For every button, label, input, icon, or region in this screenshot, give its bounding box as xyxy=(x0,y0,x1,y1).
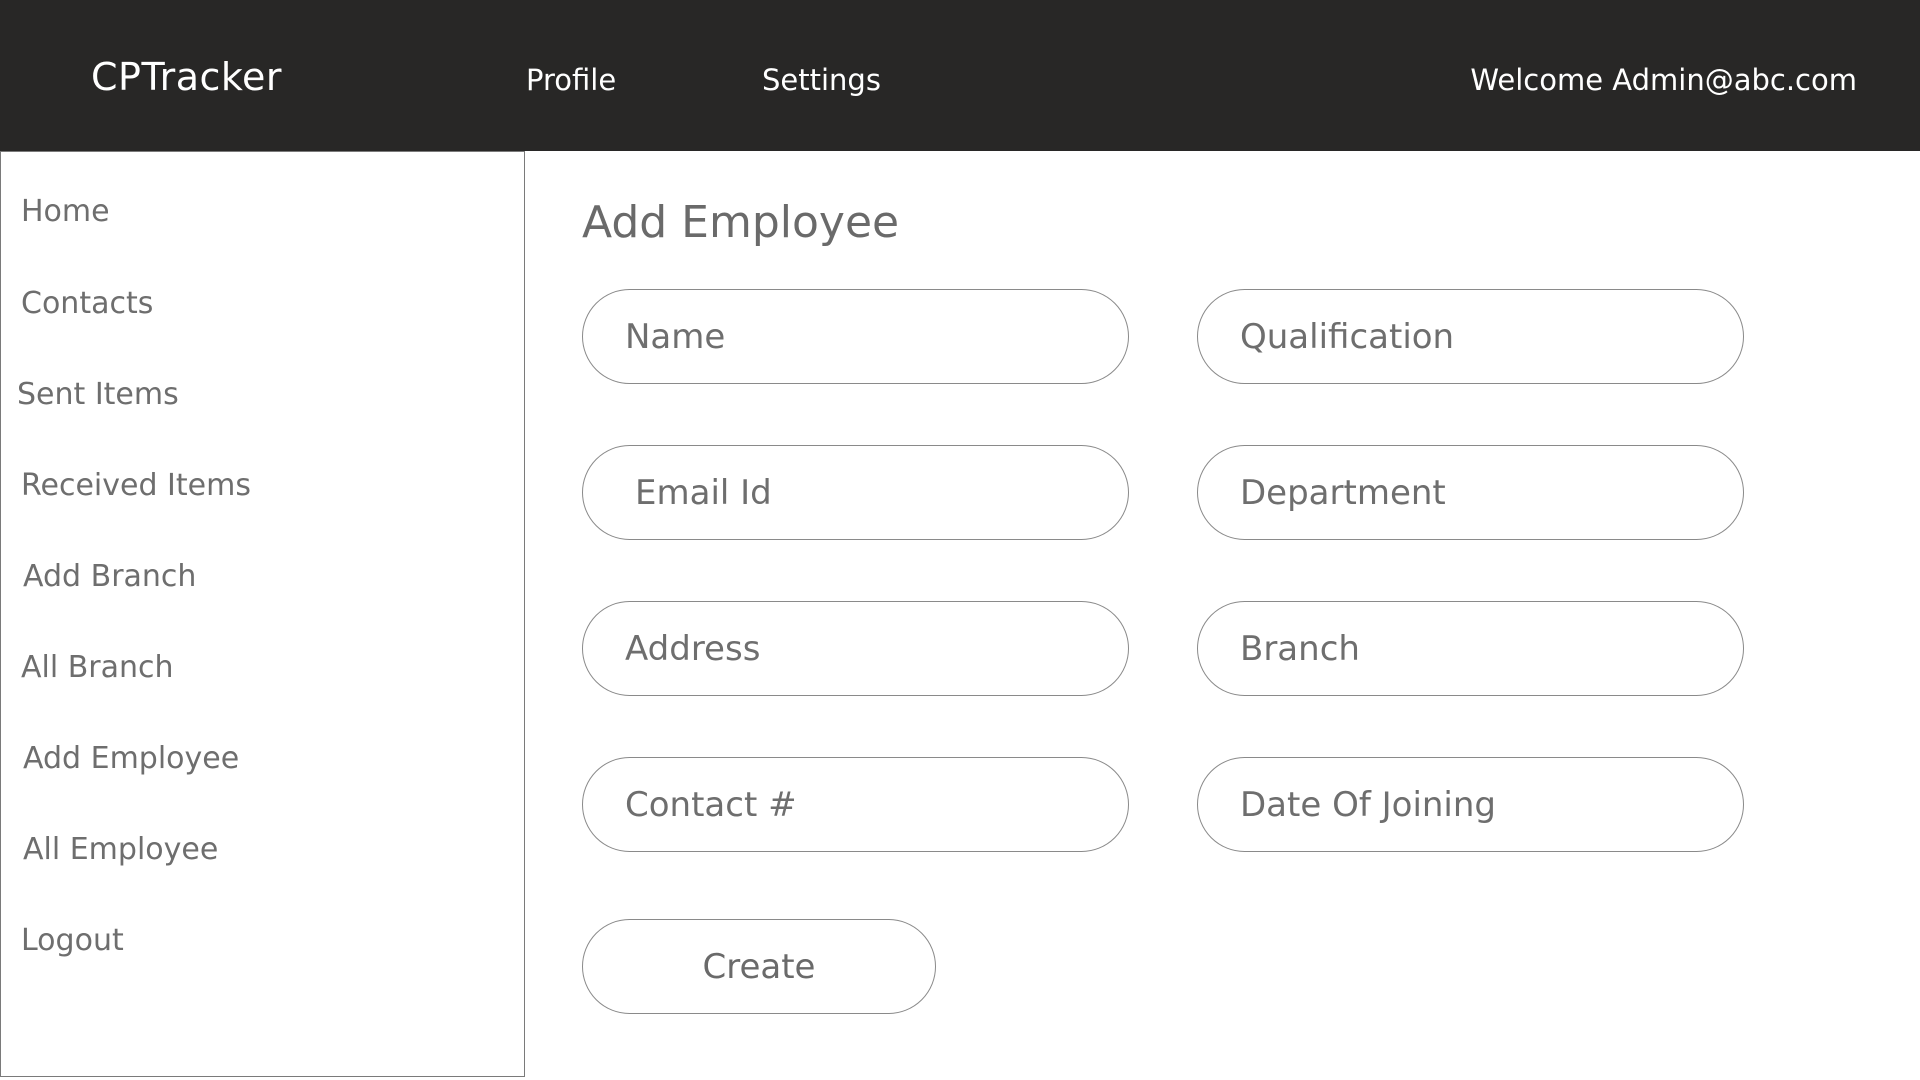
page-title: Add Employee xyxy=(582,197,900,248)
sidebar-item-add-branch[interactable]: Add Branch xyxy=(23,555,196,599)
email-input[interactable] xyxy=(635,446,1105,539)
sidebar-item-contacts[interactable]: Contacts xyxy=(21,282,153,326)
qualification-input[interactable] xyxy=(1240,290,1710,383)
branch-input[interactable] xyxy=(1240,602,1710,695)
top-navbar: CPTracker Profile Settings Welcome Admin… xyxy=(0,0,1920,151)
address-input[interactable] xyxy=(625,602,1095,695)
email-field[interactable] xyxy=(582,445,1129,540)
sidebar: Home Contacts Sent Items Received Items … xyxy=(0,151,525,1077)
sidebar-item-logout[interactable]: Logout xyxy=(21,919,124,963)
sidebar-item-sent-items[interactable]: Sent Items xyxy=(17,373,179,417)
sidebar-item-all-branch[interactable]: All Branch xyxy=(21,646,174,690)
nav-settings-link[interactable]: Settings xyxy=(762,58,881,102)
branch-field[interactable] xyxy=(1197,601,1744,696)
contact-input[interactable] xyxy=(625,758,1095,851)
contact-field[interactable] xyxy=(582,757,1129,852)
nav-profile-link[interactable]: Profile xyxy=(526,58,616,102)
sidebar-item-home[interactable]: Home xyxy=(21,190,110,234)
sidebar-item-all-employee[interactable]: All Employee xyxy=(23,828,218,872)
sidebar-item-add-employee[interactable]: Add Employee xyxy=(23,737,239,781)
address-field[interactable] xyxy=(582,601,1129,696)
welcome-user-text: Welcome Admin@abc.com xyxy=(1470,63,1857,97)
app-brand[interactable]: CPTracker xyxy=(91,51,282,103)
date-of-joining-input[interactable] xyxy=(1240,758,1710,851)
name-input[interactable] xyxy=(625,290,1095,383)
date-of-joining-field[interactable] xyxy=(1197,757,1744,852)
sidebar-item-received-items[interactable]: Received Items xyxy=(21,464,251,508)
create-button[interactable]: Create xyxy=(582,919,936,1014)
qualification-field[interactable] xyxy=(1197,289,1744,384)
department-field[interactable] xyxy=(1197,445,1744,540)
department-input[interactable] xyxy=(1240,446,1710,539)
name-field[interactable] xyxy=(582,289,1129,384)
